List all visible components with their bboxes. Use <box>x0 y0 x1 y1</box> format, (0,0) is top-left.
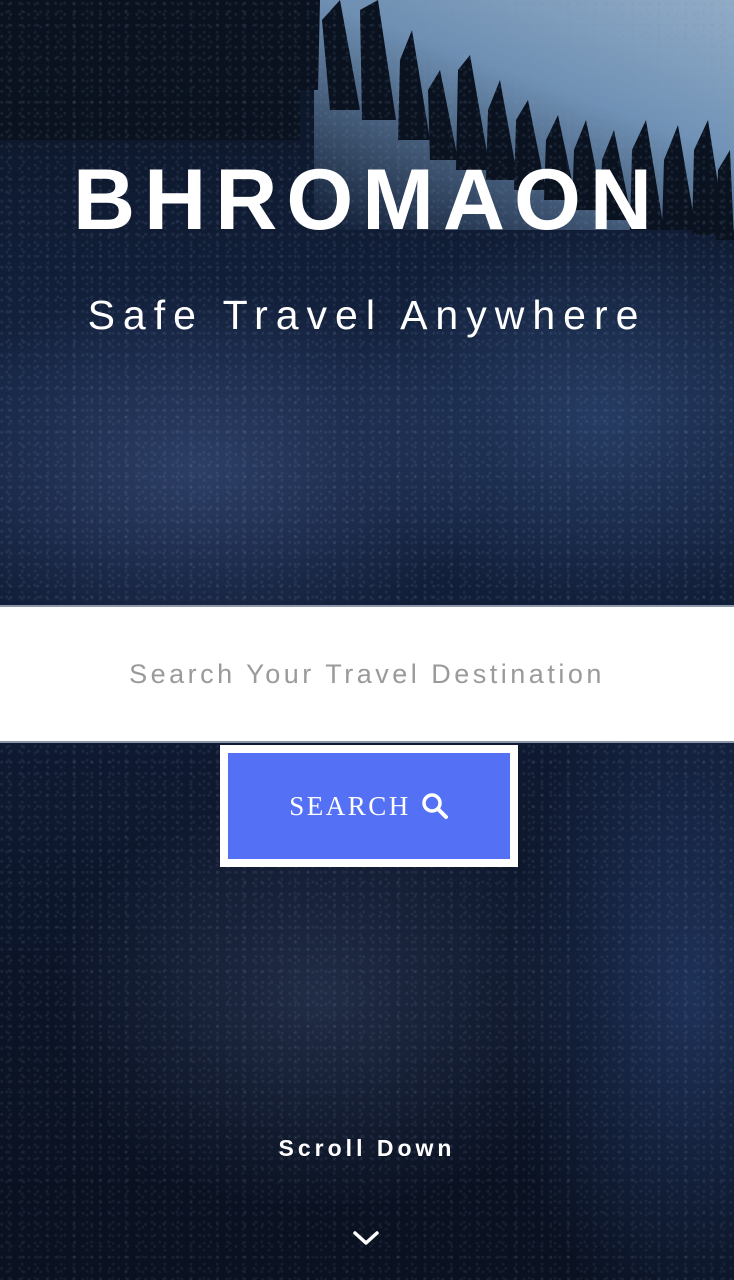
scroll-down-label[interactable]: Scroll Down <box>0 1135 734 1162</box>
search-button-label: SEARCH <box>289 790 411 821</box>
search-input[interactable] <box>0 607 734 741</box>
site-title: BHROMAON <box>73 152 661 248</box>
search-button-face[interactable]: SEARCH <box>228 753 510 859</box>
chevron-down-icon[interactable] <box>352 1228 380 1248</box>
search-icon <box>422 793 448 819</box>
search-bar <box>0 605 734 743</box>
site-tagline: Safe Travel Anywhere <box>87 292 647 338</box>
search-button[interactable]: SEARCH <box>220 745 518 867</box>
